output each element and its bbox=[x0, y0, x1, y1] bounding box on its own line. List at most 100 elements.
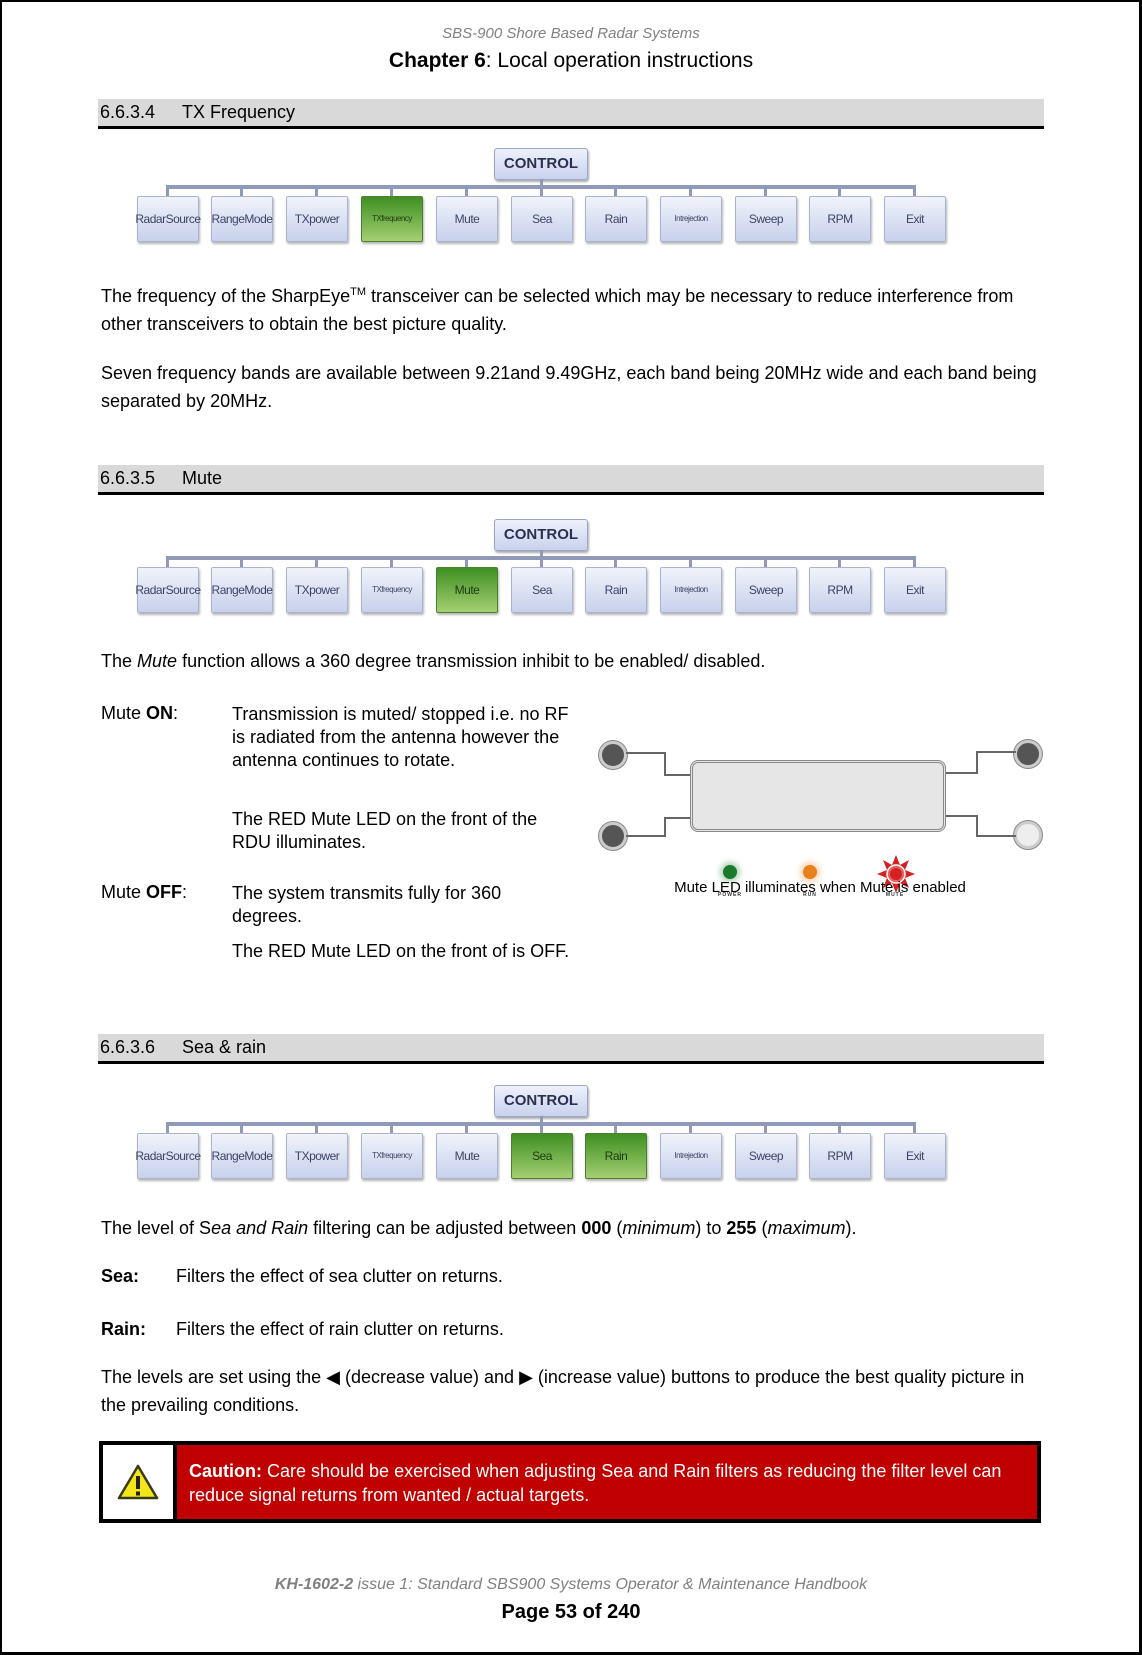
caution-message: Caution: Care should be exercised when a… bbox=[177, 1445, 1037, 1519]
wire bbox=[946, 815, 976, 817]
menu-connector-line bbox=[614, 187, 617, 196]
menu-item-rain: Rain bbox=[585, 567, 647, 613]
warning-triangle-icon bbox=[117, 1464, 159, 1500]
wire bbox=[976, 815, 1016, 837]
control-root-node: CONTROL bbox=[494, 148, 588, 180]
menu-connector-line bbox=[614, 1124, 617, 1133]
menu-connector-line bbox=[465, 187, 468, 196]
menu-connector-line bbox=[540, 179, 543, 187]
wire bbox=[946, 772, 976, 774]
menu-item-sweep: Sweep bbox=[735, 1133, 797, 1179]
menu-connector-line bbox=[838, 187, 841, 196]
menu-item-tx-power: TX power bbox=[286, 1133, 348, 1179]
menu-connector-line bbox=[390, 1124, 393, 1133]
menu-connector-line bbox=[913, 187, 916, 196]
paragraph-tx-frequency-bands: Seven frequency bands are available betw… bbox=[101, 363, 1037, 411]
connector-icon bbox=[599, 741, 627, 769]
decrease-arrow-icon: ◀ bbox=[326, 1367, 340, 1387]
document-title: SBS-900 Shore Based Radar Systems bbox=[442, 25, 700, 42]
menu-connector-line bbox=[764, 187, 767, 196]
control-menu-diagram: CONTROL Radar Source Range Mode TX power TX freq… bbox=[0, 519, 1142, 623]
mute-on-label: Mute ON: bbox=[101, 703, 179, 723]
wire bbox=[626, 752, 666, 776]
mute-on-description: Transmission is muted/ stopped i.e. no R… bbox=[232, 704, 569, 770]
paragraph-levels: The levels are set using the ◀ (decrease… bbox=[101, 1367, 1025, 1415]
menu-item-tx-frequency: TX frequency bbox=[361, 1133, 423, 1179]
menu-connector-line bbox=[315, 187, 318, 196]
connector-icon bbox=[1014, 821, 1042, 849]
menu-connector-line bbox=[540, 550, 543, 558]
connector-icon bbox=[599, 822, 627, 850]
section-number: 6.6.3.5 bbox=[100, 468, 156, 488]
caution-label: Caution: bbox=[189, 1461, 262, 1481]
menu-connector-line bbox=[764, 1124, 767, 1133]
rdu-display-panel bbox=[690, 760, 946, 832]
power-led-icon bbox=[723, 865, 737, 879]
page-number: Page 53 of 240 bbox=[501, 1601, 641, 1623]
paragraph-sea-rain-intro: The level of Sea and Rain filtering can … bbox=[101, 1218, 857, 1238]
menu-item-range-mode: Range Mode bbox=[211, 196, 273, 242]
section-heading-tx-frequency: 6.6.3.4 TX Frequency bbox=[98, 99, 1044, 129]
definition-sea: Sea: Filters the effect of sea clutter on… bbox=[101, 1266, 503, 1286]
wire bbox=[626, 817, 666, 837]
menu-connector-line bbox=[838, 558, 841, 567]
control-root-node: CONTROL bbox=[494, 1085, 588, 1117]
wire bbox=[664, 774, 690, 776]
menu-connector-line bbox=[540, 1116, 543, 1124]
menu-item-rpm: RPM bbox=[809, 1133, 871, 1179]
menu-item-rain: Rain bbox=[585, 196, 647, 242]
menu-item-sea: Sea bbox=[511, 1133, 573, 1179]
menu-item-mute: Mute bbox=[436, 1133, 498, 1179]
menu-connector-line bbox=[240, 187, 243, 196]
mute-off-led-note: The RED Mute LED on the front of is OFF. bbox=[232, 941, 570, 961]
menu-item-tx-power: TX power bbox=[286, 567, 348, 613]
section-number: 6.6.3.6 bbox=[100, 1037, 156, 1057]
wire bbox=[976, 751, 1016, 774]
menu-item-mute: Mute bbox=[436, 196, 498, 242]
menu-connector-line bbox=[689, 558, 692, 567]
chapter-title: : Local operation instructions bbox=[485, 49, 754, 72]
menu-connector-line bbox=[315, 558, 318, 567]
menu-connector-line bbox=[540, 187, 543, 196]
menu-item-mute: Mute bbox=[436, 567, 498, 613]
caution-icon-cell bbox=[103, 1445, 177, 1519]
menu-connector-line bbox=[465, 558, 468, 567]
menu-connector-line bbox=[540, 558, 543, 567]
wire bbox=[664, 817, 690, 819]
menu-item-rpm: RPM bbox=[809, 567, 871, 613]
menu-connector-line bbox=[166, 187, 169, 196]
menu-item-exit: Exit bbox=[884, 567, 946, 613]
control-menu-diagram: CONTROL Radar Source Range Mode TX power TX freq… bbox=[0, 1085, 1142, 1189]
control-menu-diagram: CONTROL Radar Source Range Mode TX power TX freq… bbox=[0, 148, 1142, 252]
menu-item-rpm: RPM bbox=[809, 196, 871, 242]
caution-box: Caution: Care should be exercised when a… bbox=[99, 1441, 1041, 1523]
definition-rain: Rain: Filters the effect of rain clutter … bbox=[101, 1319, 504, 1339]
rdu-front-panel-figure: POWER RUN MUTE Mute LED illuminates when… bbox=[590, 720, 1050, 920]
menu-connector-line bbox=[838, 1124, 841, 1133]
connector-icon bbox=[1014, 740, 1042, 768]
menu-connector-line bbox=[540, 1124, 543, 1133]
run-led-icon bbox=[803, 865, 817, 879]
paragraph-mute-intro: The Mute function allows a 360 degree tr… bbox=[101, 651, 766, 671]
menu-item-sea: Sea bbox=[511, 567, 573, 613]
paragraph-tx-frequency-intro: The frequency of the SharpEyeTM transcei… bbox=[101, 286, 1014, 334]
menu-item-sea: Sea bbox=[511, 196, 573, 242]
menu-item-tx-power: TX power bbox=[286, 196, 348, 242]
figure-caption: Mute LED illuminates when Mute is enable… bbox=[674, 879, 966, 896]
section-number: 6.6.3.4 bbox=[100, 102, 156, 122]
menu-item-radar-source: Radar Source bbox=[135, 567, 201, 613]
chapter-label: Chapter 6 bbox=[388, 49, 486, 72]
menu-item-tx-frequency: TX frequency bbox=[361, 567, 423, 613]
mute-on-led-note: The RED Mute LED on the front of the RDU… bbox=[232, 809, 538, 852]
menu-item-tx-frequency: TX frequency bbox=[361, 196, 423, 242]
menu-connector-line bbox=[614, 558, 617, 567]
menu-connector-line bbox=[465, 1124, 468, 1133]
menu-connector-line bbox=[166, 1124, 169, 1133]
menu-connector-line bbox=[390, 558, 393, 567]
control-root-node: CONTROL bbox=[494, 519, 588, 551]
menu-connector-line bbox=[913, 1124, 916, 1133]
menu-item-exit: Exit bbox=[884, 196, 946, 242]
menu-connector-line bbox=[240, 558, 243, 567]
mute-off-label: Mute OFF: bbox=[101, 882, 188, 902]
menu-connector-line bbox=[390, 187, 393, 196]
